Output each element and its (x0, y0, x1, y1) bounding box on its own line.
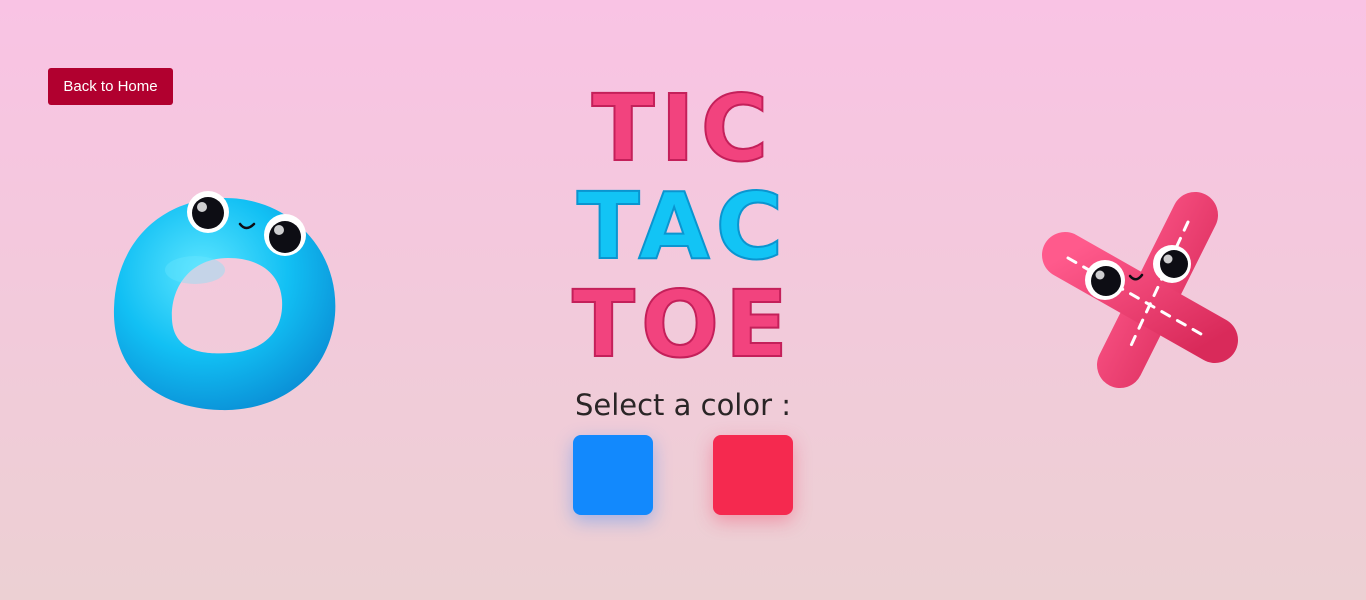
logo-line-1: TIC (592, 75, 775, 182)
logo-line-2: TAC (577, 173, 789, 280)
color-option-red[interactable] (713, 435, 793, 515)
x-mascot-icon (1030, 180, 1250, 400)
logo-line-3: TOE (572, 271, 794, 372)
select-color-label: Select a color : (574, 388, 792, 422)
color-option-blue[interactable] (573, 435, 653, 515)
o-mascot-icon (100, 180, 350, 420)
tic-tac-toe-logo: TIC TAC TOE (548, 72, 818, 379)
back-to-home-button[interactable]: Back to Home (48, 68, 173, 105)
